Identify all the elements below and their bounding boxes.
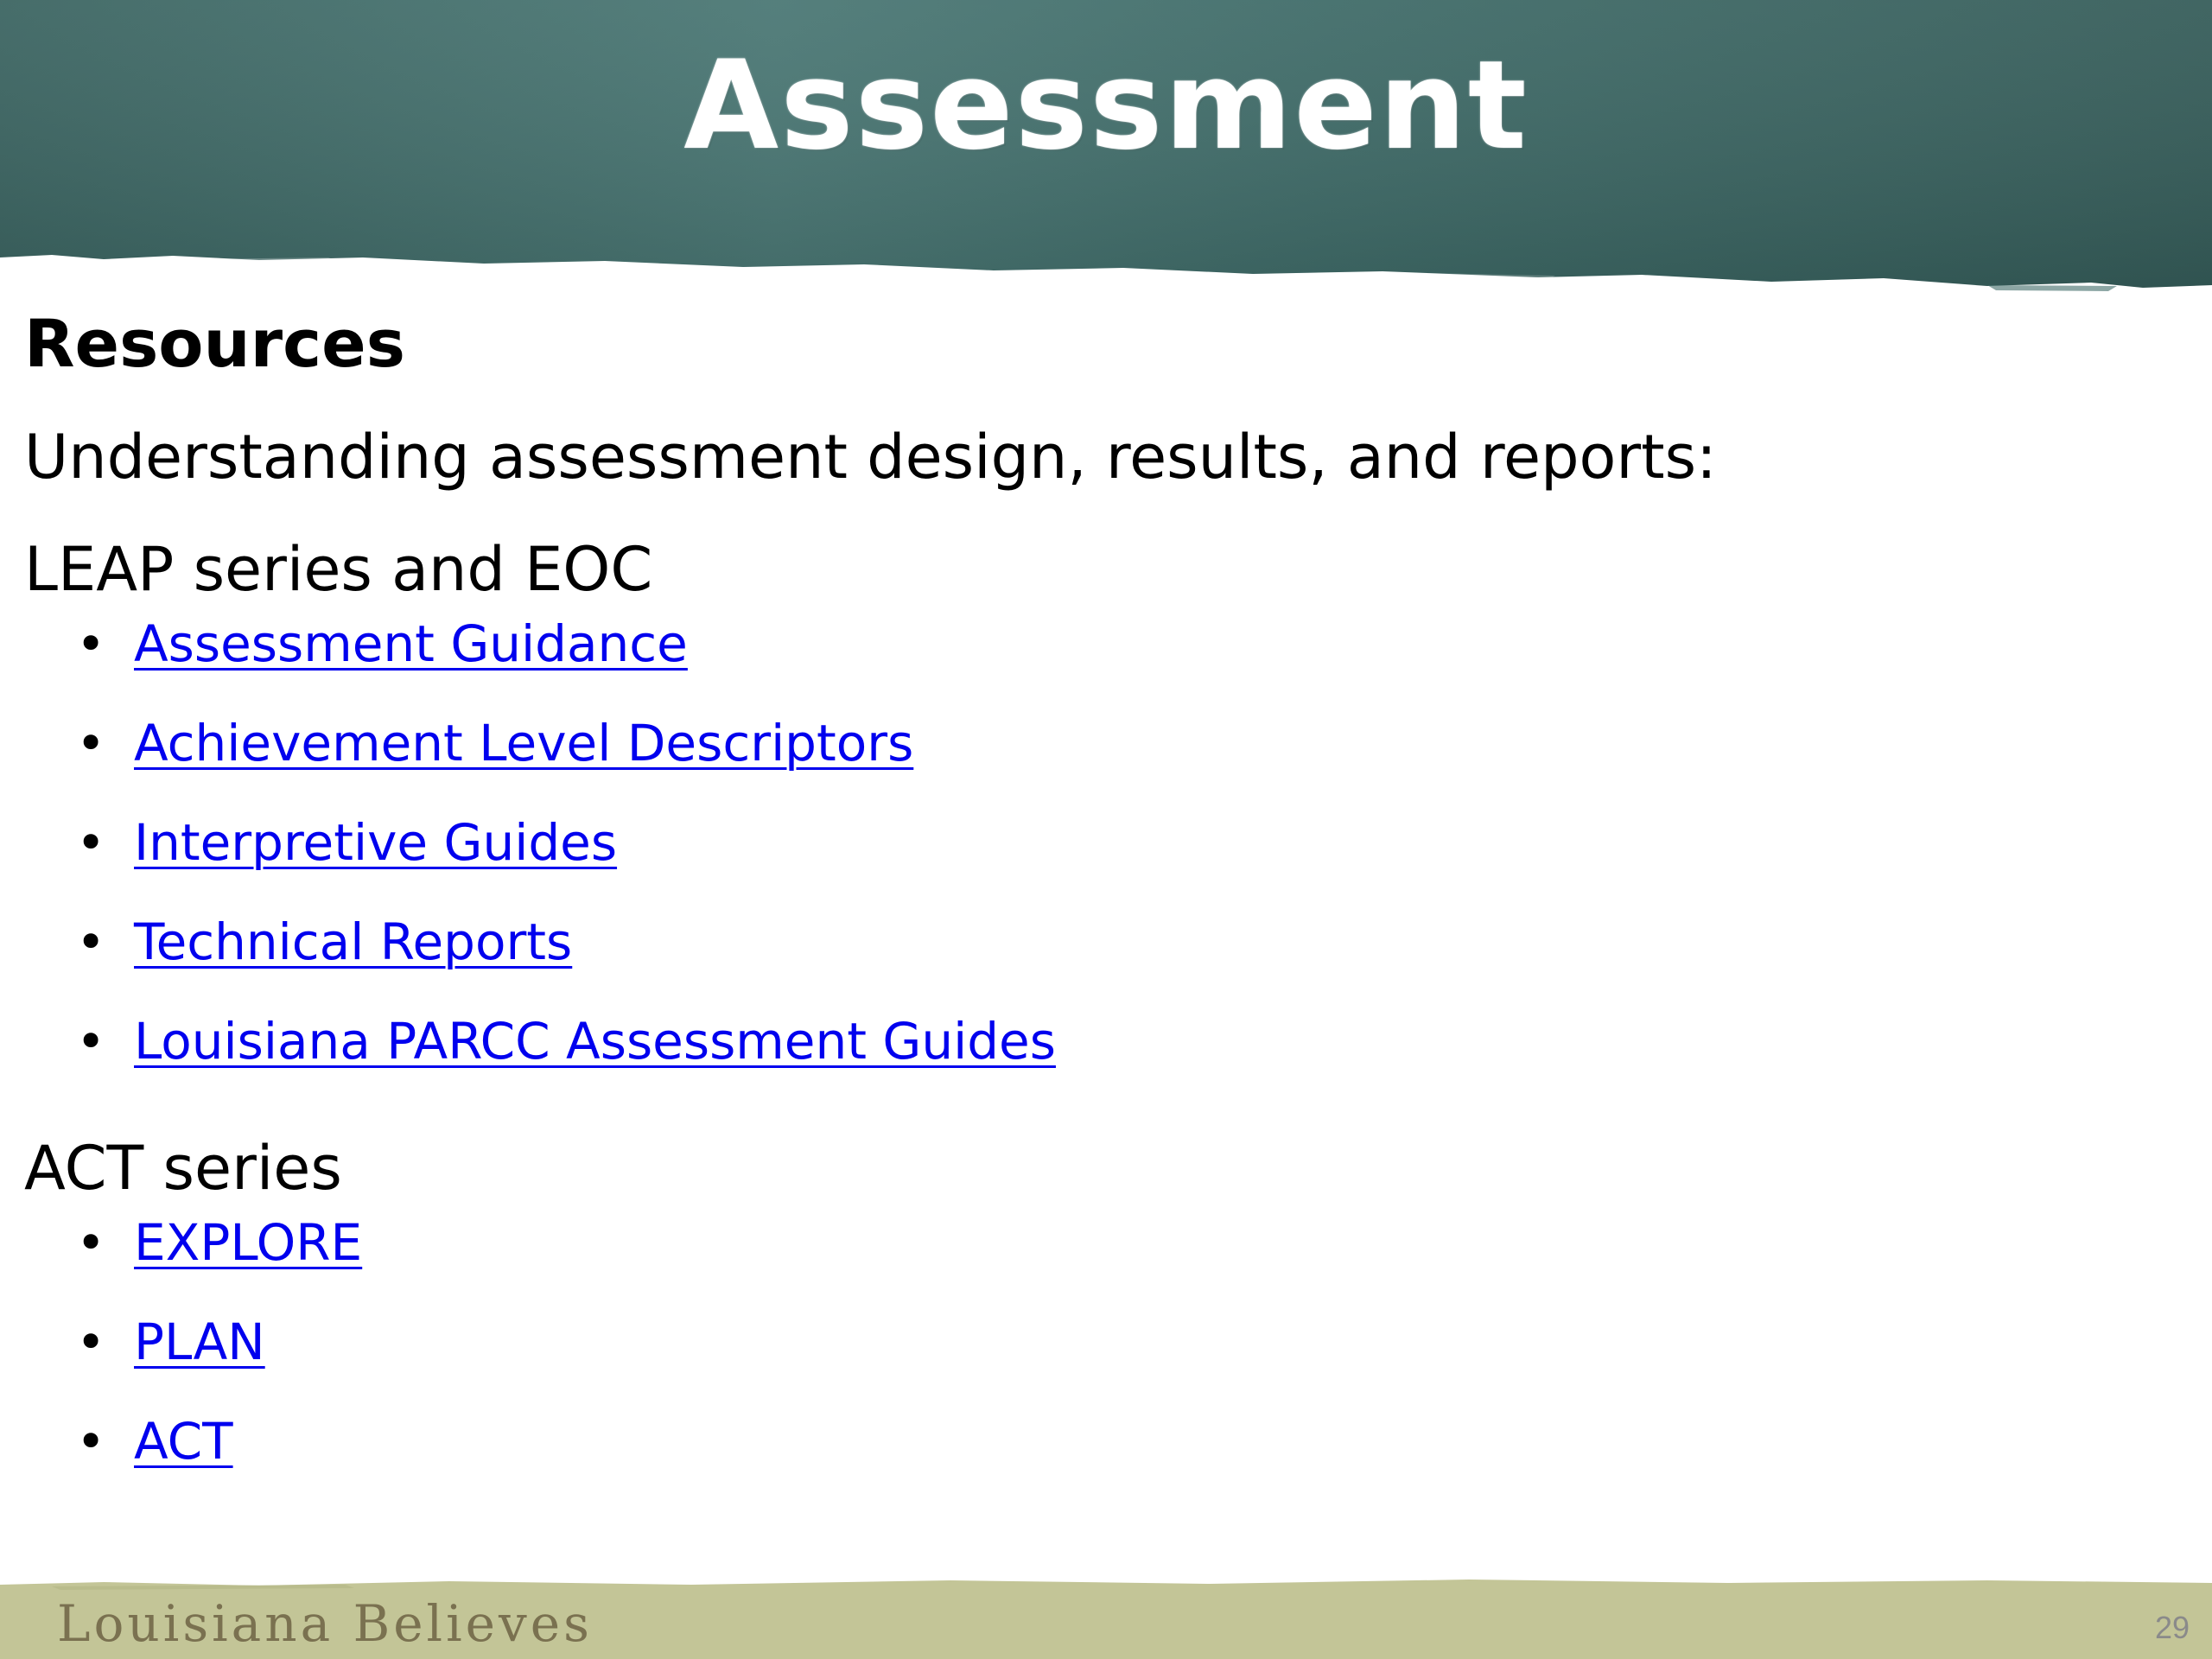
explore-link[interactable]: EXPLORE <box>134 1213 362 1272</box>
leap-section-label: LEAP series and EOC <box>24 534 653 605</box>
bullet-icon: • <box>76 912 106 971</box>
bullet-icon: • <box>76 1012 106 1071</box>
bullet-icon: • <box>76 1213 106 1272</box>
list-item: • Assessment Guidance <box>24 600 2167 699</box>
list-item: • PLAN <box>24 1298 2167 1397</box>
assessment-guidance-link[interactable]: Assessment Guidance <box>134 614 688 673</box>
list-item: • EXPLORE <box>24 1198 2167 1298</box>
bullet-icon: • <box>76 1313 106 1371</box>
list-item: • ACT <box>24 1397 2167 1497</box>
bullet-icon: • <box>76 714 106 772</box>
slide: Assessment Resources Understanding asses… <box>0 0 2212 1659</box>
plan-link[interactable]: PLAN <box>134 1313 265 1371</box>
list-item: • Interpretive Guides <box>24 798 2167 898</box>
slide-content: Resources Understanding assessment desig… <box>24 302 2167 1497</box>
interpretive-guides-link[interactable]: Interpretive Guides <box>134 813 617 872</box>
footer-brand: Louisiana Believes <box>57 1594 593 1653</box>
act-link-list: • EXPLORE • PLAN • ACT <box>24 1198 2167 1497</box>
technical-reports-link[interactable]: Technical Reports <box>134 912 572 971</box>
parcc-assessment-guides-link[interactable]: Louisiana PARCC Assessment Guides <box>134 1012 1056 1071</box>
bullet-icon: • <box>76 813 106 872</box>
leap-link-list: • Assessment Guidance • Achievement Leve… <box>24 600 2167 1096</box>
act-section-label: ACT series <box>24 1133 342 1204</box>
section-heading: Resources <box>24 305 405 382</box>
achievement-level-descriptors-link[interactable]: Achievement Level Descriptors <box>134 714 913 772</box>
list-item: • Louisiana PARCC Assessment Guides <box>24 997 2167 1096</box>
act-link[interactable]: ACT <box>134 1412 233 1471</box>
list-item: • Technical Reports <box>24 898 2167 997</box>
page-number: 29 <box>2154 1610 2190 1645</box>
bullet-icon: • <box>76 1412 106 1471</box>
list-item: • Achievement Level Descriptors <box>24 699 2167 798</box>
bullet-icon: • <box>76 614 106 673</box>
slide-title: Assessment <box>683 35 1529 177</box>
intro-text: Understanding assessment design, results… <box>24 422 1717 493</box>
